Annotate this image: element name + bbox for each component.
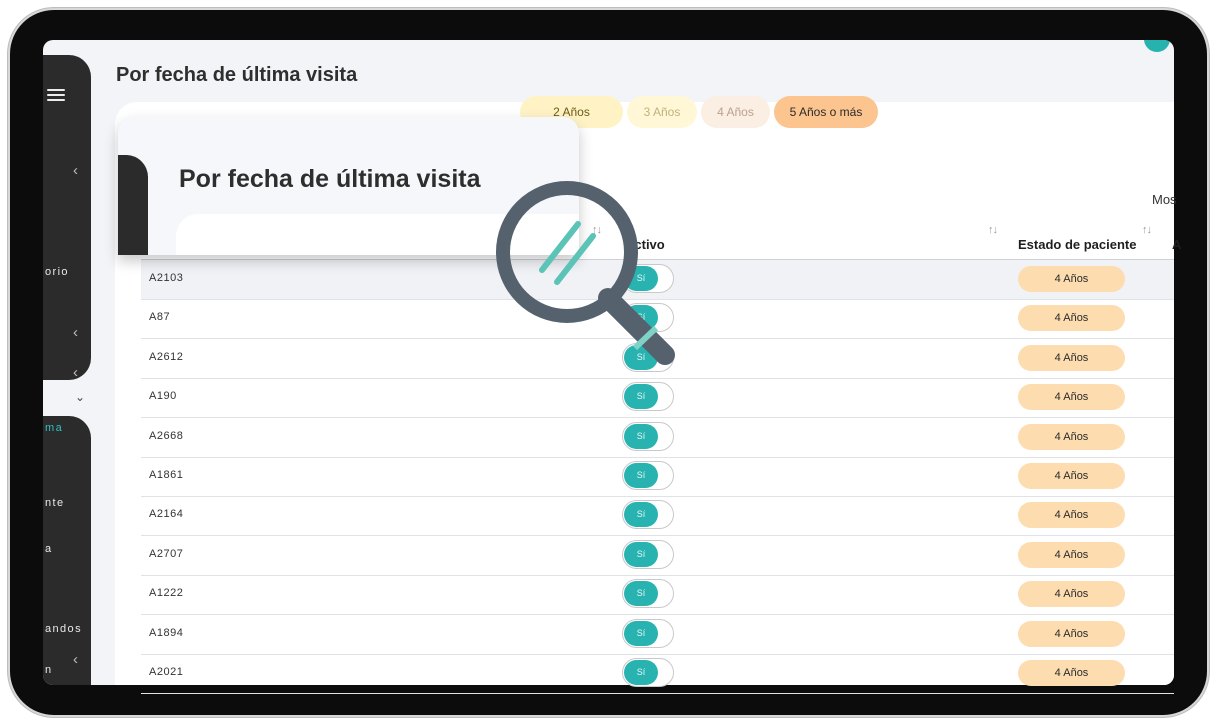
table-row[interactable]: A2707 Sí 4 Años: [141, 536, 1174, 576]
status-badge: 4 Años: [1018, 541, 1125, 568]
active-toggle[interactable]: Sí: [622, 539, 674, 569]
toggle-knob: Sí: [624, 660, 658, 685]
active-toggle[interactable]: Sí: [622, 382, 674, 412]
status-badge: 4 Años: [1018, 463, 1125, 489]
status-badge: 4 Años: [1018, 620, 1125, 647]
table-row[interactable]: A2668 Sí 4 Años: [141, 418, 1174, 458]
page-title: Por fecha de última visita: [116, 64, 358, 86]
table-row[interactable]: A2164 Sí 4 Años: [141, 496, 1174, 537]
table-row[interactable]: A190 Sí 4 Años: [141, 378, 1174, 419]
patient-code: A2164: [149, 508, 184, 521]
column-header-extra[interactable]: A: [1172, 237, 1181, 252]
status-badge: 4 Años: [1018, 384, 1125, 411]
patient-code: A87: [149, 311, 171, 324]
filter-3-years[interactable]: 3 Años: [627, 96, 697, 128]
chevron-left-icon[interactable]: ‹: [73, 365, 78, 380]
active-toggle[interactable]: Sí: [622, 579, 674, 609]
zoom-sidebar: [118, 155, 148, 255]
patient-code: A2707: [149, 547, 184, 560]
chevron-left-icon[interactable]: ‹: [73, 163, 78, 178]
sidebar-item-label[interactable]: orio: [45, 266, 69, 278]
table-row[interactable]: A2021 Sí 4 Años: [141, 654, 1174, 694]
filter-4-years[interactable]: 4 Años: [701, 96, 770, 128]
patient-code: A190: [149, 390, 177, 403]
avatar[interactable]: [1144, 40, 1170, 52]
status-badge: 4 Años: [1018, 423, 1125, 450]
filter-5-plus-years[interactable]: 5 Años o más: [774, 96, 878, 128]
chevron-left-icon[interactable]: ‹: [73, 652, 78, 667]
status-badge: 4 Años: [1018, 502, 1125, 529]
chevron-down-icon[interactable]: ⌄: [75, 390, 85, 404]
sidebar-item-label[interactable]: ma: [45, 422, 63, 434]
status-badge: 4 Años: [1018, 344, 1125, 371]
toggle-knob: Sí: [624, 423, 658, 449]
toggle-knob: Sí: [624, 581, 658, 607]
sidebar-item-label[interactable]: andos: [45, 623, 82, 635]
zoom-title: Por fecha de última visita: [179, 165, 481, 193]
status-badge: 4 Años: [1018, 581, 1125, 608]
sidebar-top: ‹ ‹ ‹: [43, 55, 91, 380]
active-toggle[interactable]: Sí: [622, 618, 674, 648]
status-badge: 4 Años: [1018, 660, 1125, 686]
active-toggle[interactable]: Sí: [622, 500, 674, 530]
patient-code: A1894: [149, 626, 184, 639]
hamburger-icon[interactable]: [47, 89, 65, 101]
table-row[interactable]: A1222 Sí 4 Años: [141, 575, 1174, 616]
sidebar-item-label[interactable]: nte: [45, 497, 65, 509]
status-badge: 4 Años: [1018, 305, 1125, 332]
patient-code: A2103: [149, 272, 184, 284]
chevron-left-icon[interactable]: ‹: [73, 325, 78, 340]
toggle-knob: Sí: [624, 463, 658, 488]
toggle-knob: Sí: [624, 620, 658, 646]
toggle-knob: Sí: [624, 541, 658, 567]
active-toggle[interactable]: Sí: [622, 658, 674, 687]
table-row[interactable]: A1861 Sí 4 Años: [141, 457, 1174, 497]
sort-icon[interactable]: ↑↓: [1142, 224, 1152, 236]
sort-icon[interactable]: ↑↓: [988, 224, 998, 236]
toggle-knob: Sí: [624, 384, 658, 410]
active-toggle[interactable]: Sí: [622, 421, 674, 451]
show-entries-label: Mos: [1152, 192, 1177, 207]
table-row[interactable]: A1894 Sí 4 Años: [141, 615, 1174, 655]
patient-code: A2668: [149, 429, 184, 442]
magnifier-icon: [496, 181, 675, 365]
active-toggle[interactable]: Sí: [622, 461, 674, 490]
toggle-knob: Sí: [624, 502, 658, 528]
patient-code: A1222: [149, 587, 184, 600]
sidebar-item-label[interactable]: a: [45, 543, 53, 555]
patient-code: A2612: [149, 350, 184, 363]
sidebar-item-label[interactable]: n: [45, 664, 53, 676]
status-badge: 4 Años: [1018, 266, 1125, 292]
patient-code: A1861: [149, 469, 184, 481]
column-header-estado[interactable]: Estado de paciente: [1018, 237, 1136, 252]
patient-code: A2021: [149, 666, 184, 678]
